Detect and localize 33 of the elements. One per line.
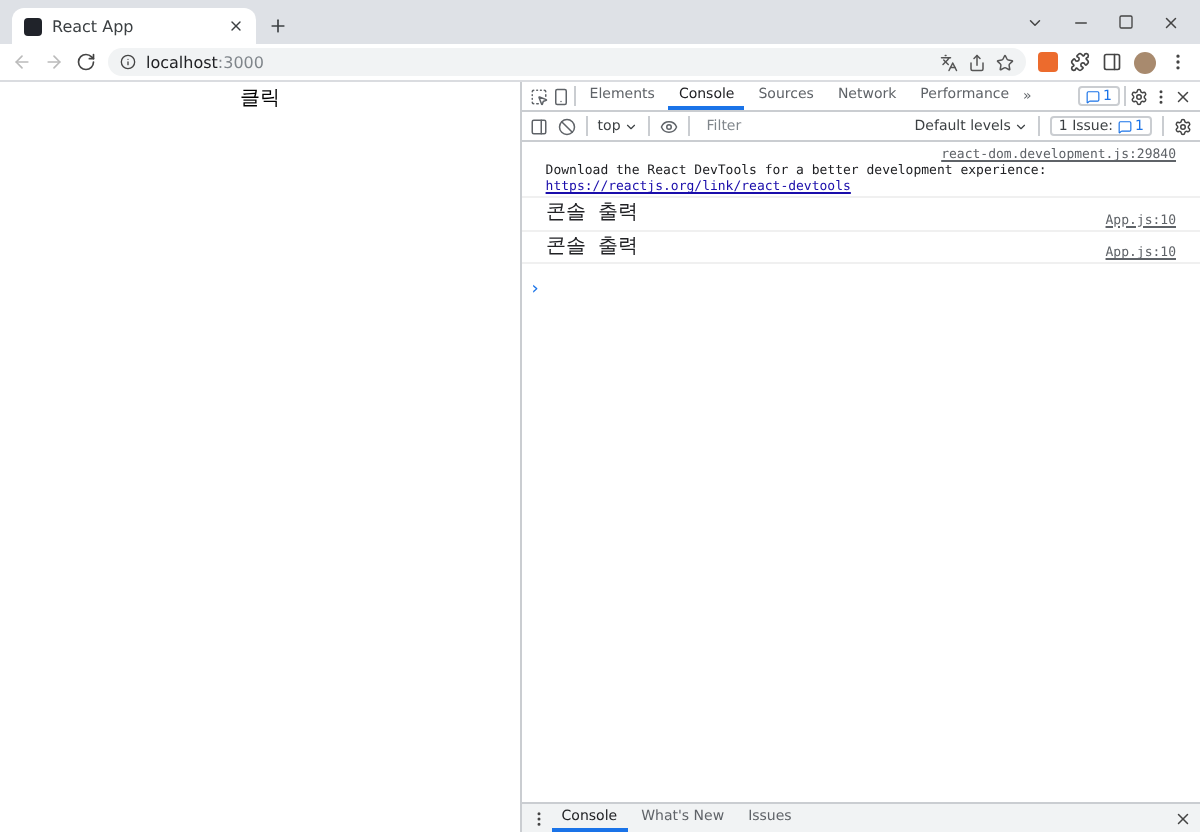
inspect-icon[interactable] <box>529 87 548 105</box>
puzzle-icon[interactable] <box>1070 52 1090 72</box>
translate-icon[interactable] <box>940 53 958 71</box>
new-tab-icon[interactable] <box>268 16 288 36</box>
close-icon[interactable] <box>1174 87 1192 105</box>
avatar-icon[interactable] <box>1134 51 1156 73</box>
tab-title: React App <box>52 17 136 35</box>
clear-icon[interactable] <box>557 117 576 135</box>
click-button[interactable]: 클릭 <box>239 84 280 112</box>
settings-icon[interactable] <box>1174 117 1192 135</box>
close-icon[interactable] <box>1174 809 1192 827</box>
message-icon <box>1117 119 1132 133</box>
info-icon <box>120 54 136 70</box>
caret-icon <box>624 119 639 133</box>
browser-tab[interactable]: React App <box>12 8 256 44</box>
sidebar-icon[interactable] <box>529 117 548 135</box>
caret-icon <box>1014 119 1029 133</box>
side-panel-icon[interactable] <box>1102 52 1122 72</box>
address-bar[interactable]: localhost:3000 <box>108 48 1026 76</box>
close-icon[interactable] <box>1162 13 1180 31</box>
maximize-icon[interactable] <box>1118 14 1134 30</box>
device-icon[interactable] <box>551 87 570 105</box>
console-message: 콘솔 출력 <box>545 202 638 228</box>
console-message: 콘솔 출력 <box>545 235 638 261</box>
settings-icon[interactable] <box>1130 87 1148 105</box>
reload-icon[interactable] <box>76 52 96 72</box>
message-icon <box>1085 89 1100 103</box>
star-icon[interactable] <box>996 53 1014 71</box>
close-icon[interactable] <box>228 18 244 34</box>
eye-icon[interactable] <box>660 117 679 135</box>
share-icon[interactable] <box>968 53 986 71</box>
url-text: localhost:3000 <box>146 53 264 71</box>
console-prompt[interactable]: › <box>521 280 541 301</box>
